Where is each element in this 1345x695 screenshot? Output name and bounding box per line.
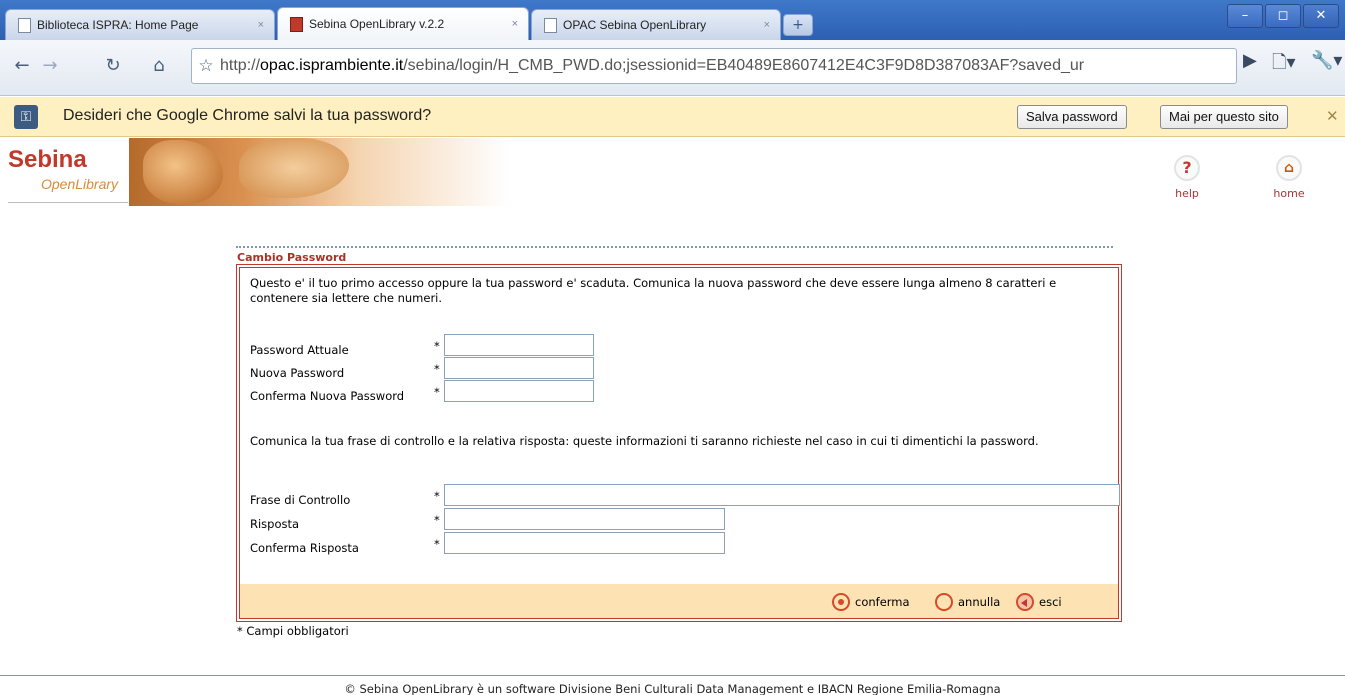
cancel-button[interactable]: annulla: [935, 593, 1000, 611]
minimize-button[interactable]: –: [1227, 4, 1263, 28]
never-for-site-button[interactable]: Mai per questo sito: [1160, 105, 1288, 129]
banner-petal: [239, 138, 349, 198]
label-answer: Risposta: [250, 517, 300, 531]
key-icon: ⚿: [14, 105, 38, 129]
confirm-answer-input[interactable]: [444, 532, 725, 554]
exit-icon[interactable]: [1016, 593, 1034, 611]
confirm-label[interactable]: conferma: [855, 595, 910, 609]
banner-petal: [143, 140, 223, 204]
required-fields-note: * Campi obbligatori: [237, 624, 349, 638]
section-divider: [236, 246, 1113, 248]
home-label[interactable]: home: [1270, 187, 1308, 200]
required-asterisk: *: [434, 537, 440, 551]
footer-copyright: © Sebina OpenLibrary è un software Divis…: [344, 682, 1001, 695]
help-icon[interactable]: ?: [1174, 155, 1200, 181]
go-icon[interactable]: ▶: [1243, 50, 1257, 71]
forward-button[interactable]: →: [36, 50, 64, 80]
question-intro: Comunica la tua frase di controllo e la …: [250, 434, 1039, 448]
tab-label: Sebina OpenLibrary v.2.2: [309, 17, 445, 31]
label-new-password: Nuova Password: [250, 366, 345, 380]
help-link[interactable]: ? help: [1174, 155, 1200, 200]
url-text[interactable]: http://opac.isprambiente.it/sebina/login…: [220, 57, 1236, 75]
browser-tabstrip: Biblioteca ISPRA: Home Page × Sebina Ope…: [0, 0, 1345, 40]
label-current-password: Password Attuale: [250, 343, 349, 357]
tab-biblioteca-ispra[interactable]: Biblioteca ISPRA: Home Page ×: [5, 9, 275, 40]
required-asterisk: *: [434, 362, 440, 376]
label-confirm-answer: Conferma Risposta: [250, 541, 359, 555]
browser-toolbar: ← → ↻ ⌂ ☆ http://opac.isprambiente.it/se…: [0, 40, 1345, 96]
confirm-new-password-input[interactable]: [444, 380, 594, 402]
tab-close-icon[interactable]: ×: [258, 19, 264, 31]
header-banner-image: [129, 138, 509, 206]
answer-input[interactable]: [444, 508, 725, 530]
page-icon: [18, 17, 31, 33]
save-password-infobar: ⚿ Desideri che Google Chrome salvi la tu…: [0, 97, 1345, 137]
logo-openlibrary: OpenLibrary: [41, 176, 119, 192]
change-password-form: Questo e' il tuo primo accesso oppure la…: [236, 264, 1122, 622]
tab-opac-sebina[interactable]: OPAC Sebina OpenLibrary ×: [531, 9, 781, 40]
sebina-favicon-icon: [290, 16, 303, 32]
required-asterisk: *: [434, 513, 440, 527]
security-question-input[interactable]: [444, 484, 1120, 506]
home-icon[interactable]: ⌂: [1276, 155, 1302, 181]
form-inner: Questo e' il tuo primo accesso oppure la…: [239, 267, 1120, 619]
form-title: Cambio Password: [237, 251, 347, 264]
maximize-button[interactable]: ◻: [1265, 4, 1301, 28]
cancel-label[interactable]: annulla: [958, 595, 1000, 609]
save-password-button[interactable]: Salva password: [1017, 105, 1127, 129]
infobar-close-icon[interactable]: ✕: [1326, 107, 1339, 125]
exit-label[interactable]: esci: [1039, 595, 1062, 609]
infobar-message: Desideri che Google Chrome salvi la tua …: [63, 107, 432, 124]
form-action-bar: conferma annulla esci: [240, 584, 1118, 618]
help-label[interactable]: help: [1168, 187, 1206, 200]
tab-label: Biblioteca ISPRA: Home Page: [37, 18, 199, 32]
back-button[interactable]: ←: [8, 50, 36, 80]
footer-divider: [0, 675, 1345, 676]
window-controls: – ◻ ✕: [1227, 4, 1339, 28]
page-menu-icon[interactable]: 🗋▾: [1272, 50, 1296, 80]
home-button[interactable]: ⌂: [144, 50, 174, 80]
form-intro: Questo e' il tuo primo accesso oppure la…: [250, 276, 1057, 305]
required-asterisk: *: [434, 385, 440, 399]
tab-close-icon[interactable]: ×: [764, 19, 770, 31]
new-password-input[interactable]: [444, 357, 594, 379]
current-password-input[interactable]: [444, 334, 594, 356]
reload-button[interactable]: ↻: [98, 50, 128, 80]
confirm-button[interactable]: conferma: [832, 593, 910, 611]
confirm-icon[interactable]: [832, 593, 850, 611]
label-confirm-new-password: Conferma Nuova Password: [250, 389, 405, 403]
logo-underline: [8, 202, 128, 203]
exit-button[interactable]: esci: [1016, 593, 1062, 611]
home-link[interactable]: ⌂ home: [1273, 155, 1305, 200]
address-bar[interactable]: ☆ http://opac.isprambiente.it/sebina/log…: [191, 48, 1237, 84]
required-asterisk: *: [434, 489, 440, 503]
wrench-menu-icon[interactable]: 🔧▾: [1311, 50, 1342, 71]
tab-label: OPAC Sebina OpenLibrary: [563, 18, 707, 32]
site-header: Sebina OpenLibrary ? help ⌂ home: [0, 138, 1345, 208]
tab-sebina-openlibrary[interactable]: Sebina OpenLibrary v.2.2 ×: [277, 7, 529, 40]
logo-sebina: Sebina: [8, 146, 87, 173]
label-security-question: Frase di Controllo: [250, 493, 351, 507]
page-icon: [544, 17, 557, 33]
bookmark-star-icon[interactable]: ☆: [192, 56, 220, 76]
new-tab-button[interactable]: +: [783, 14, 813, 36]
required-asterisk: *: [434, 339, 440, 353]
cancel-icon[interactable]: [935, 593, 953, 611]
close-window-button[interactable]: ✕: [1303, 4, 1339, 28]
tab-close-icon[interactable]: ×: [512, 18, 518, 30]
